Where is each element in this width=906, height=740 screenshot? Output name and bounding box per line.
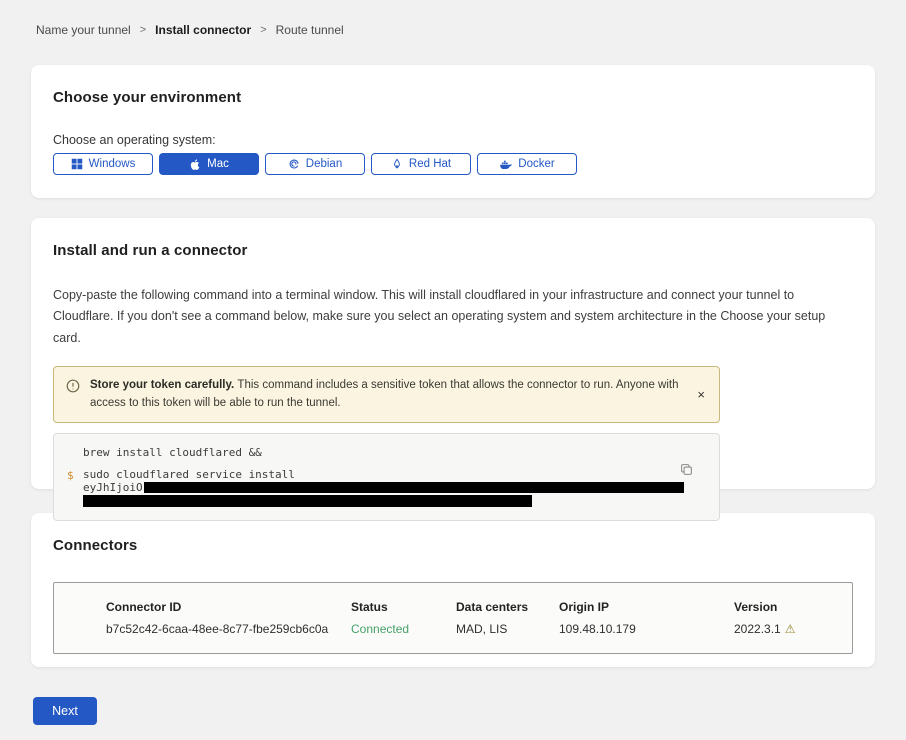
os-button-label: Docker: [518, 158, 554, 170]
os-button-windows[interactable]: Windows: [53, 153, 153, 175]
shell-prompt: $: [67, 469, 74, 482]
command-code-block: brew install cloudflared && $ sudo cloud…: [53, 433, 720, 521]
debian-icon: [288, 158, 300, 170]
code-line-token: eyJhIjoiO: [67, 482, 703, 494]
breadcrumb-name-your-tunnel[interactable]: Name your tunnel: [36, 23, 131, 37]
install-card-title: Install and run a connector: [53, 242, 853, 259]
os-button-label: Red Hat: [409, 158, 451, 170]
docker-icon: [499, 158, 512, 170]
code-line-token-2: [67, 494, 703, 507]
redaction-bar: [144, 482, 684, 493]
os-button-group: Windows Mac Debian: [53, 153, 853, 175]
environment-card-title: Choose your environment: [53, 89, 853, 106]
next-button[interactable]: Next: [33, 697, 97, 725]
alert-title: Store your token carefully.: [90, 379, 237, 391]
header-origin-ip: Origin IP: [559, 600, 734, 614]
version-warning-icon: ⚠: [785, 623, 796, 635]
version-value: 2022.3.1 ⚠: [734, 622, 852, 636]
data-centers-value: MAD, LIS: [456, 622, 559, 636]
copy-icon[interactable]: [678, 461, 695, 481]
environment-card: Choose your environment Choose an operat…: [31, 65, 875, 198]
header-connector-id: Connector ID: [106, 600, 351, 614]
os-button-debian[interactable]: Debian: [265, 153, 365, 175]
warning-circle-icon: [66, 379, 80, 398]
header-data-centers: Data centers: [456, 600, 559, 614]
code-text: brew install cloudflared &&: [83, 447, 262, 459]
code-line-2: $ sudo cloudflared service install: [67, 469, 703, 482]
install-description: Copy-paste the following command into a …: [53, 285, 853, 349]
connectors-table: Connector ID Status Data centers Origin …: [53, 582, 853, 654]
token-warning-alert: Store your token carefully. This command…: [53, 366, 720, 423]
table-row: b7c52c42-6caa-48ee-8c77-fbe259cb6c0a Con…: [106, 622, 852, 636]
os-button-label: Debian: [306, 158, 342, 170]
token-text: eyJhIjoiO: [83, 482, 684, 494]
os-button-mac[interactable]: Mac: [159, 153, 259, 175]
connectors-card: Connectors Connector ID Status Data cent…: [31, 513, 875, 667]
breadcrumb-separator: >: [140, 24, 146, 36]
header-version: Version: [734, 600, 852, 614]
install-card: Install and run a connector Copy-paste t…: [31, 218, 875, 489]
windows-icon: [71, 158, 83, 170]
breadcrumb-install-connector[interactable]: Install connector: [155, 23, 251, 37]
code-line-1: brew install cloudflared &&: [67, 447, 703, 459]
os-button-docker[interactable]: Docker: [477, 153, 577, 175]
redaction-bar: [83, 495, 532, 507]
breadcrumb-route-tunnel[interactable]: Route tunnel: [276, 23, 344, 37]
os-select-label: Choose an operating system:: [53, 133, 853, 147]
header-status: Status: [351, 600, 456, 614]
origin-ip-value: 109.48.10.179: [559, 622, 734, 636]
breadcrumb-separator: >: [260, 24, 266, 36]
alert-close-button[interactable]: ×: [695, 384, 707, 405]
apple-icon: [189, 158, 201, 171]
connectors-card-title: Connectors: [53, 537, 853, 554]
connector-id-value: b7c52c42-6caa-48ee-8c77-fbe259cb6c0a: [106, 622, 351, 636]
table-header-row: Connector ID Status Data centers Origin …: [106, 600, 852, 614]
status-badge: Connected: [351, 622, 456, 636]
os-button-label: Mac: [207, 158, 229, 170]
redhat-icon: [391, 158, 403, 171]
code-text: sudo cloudflared service install: [83, 469, 295, 482]
os-button-redhat[interactable]: Red Hat: [371, 153, 471, 175]
breadcrumb: Name your tunnel > Install connector > R…: [0, 0, 906, 37]
alert-text: Store your token carefully. This command…: [90, 376, 685, 413]
os-button-label: Windows: [89, 158, 136, 170]
